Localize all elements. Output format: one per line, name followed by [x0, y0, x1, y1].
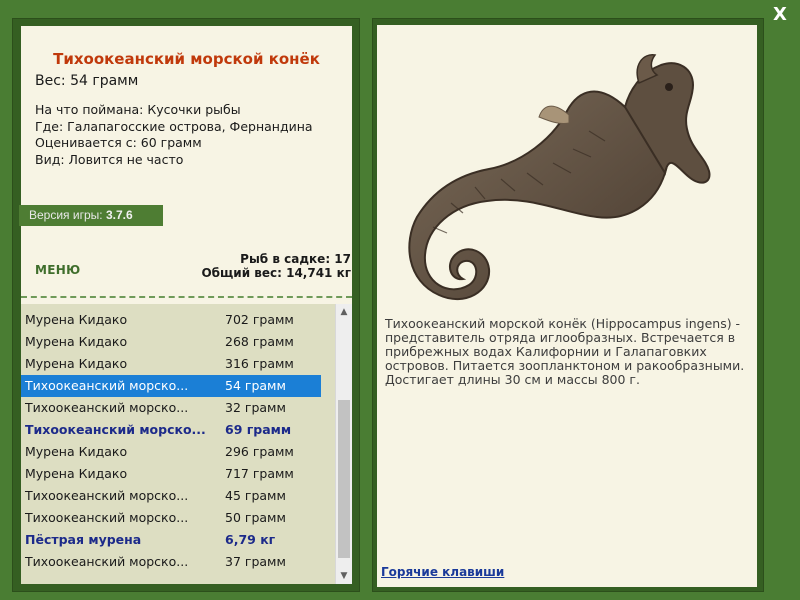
hotkeys-link[interactable]: Горячие клавиши: [381, 565, 504, 579]
list-item-weight: 316 грамм: [225, 356, 294, 371]
detail-location: Где: Галапагосские острова, Фернандина: [35, 118, 313, 134]
list-item-name: Тихоокеанский морско...: [25, 488, 189, 503]
list-item[interactable]: Пёстрая мурена 6,79 кг: [21, 529, 321, 551]
list-item-weight: 45 грамм: [225, 488, 286, 503]
list-item-name: Тихоокеанский морско...: [25, 378, 189, 393]
list-item[interactable]: Мурена Кидако 717 грамм: [21, 463, 321, 485]
list-item-name: Мурена Кидако: [25, 312, 128, 327]
total-weight: Общий вес: 14,741 кг: [201, 266, 351, 280]
list-item-weight: 702 грамм: [225, 312, 294, 327]
list-item-name: Пёстрая мурена: [25, 532, 142, 547]
list-item[interactable]: Мурена Кидако 702 грамм: [21, 309, 321, 331]
list-item-name: Тихоокеанский морско...: [25, 510, 189, 525]
list-item-weight: 54 грамм: [225, 378, 286, 393]
list-item-name: Мурена Кидако: [25, 466, 128, 481]
list-item[interactable]: Тихоокеанский морско... 69 грамм: [21, 419, 321, 441]
list-item-name: Мурена Кидако: [25, 356, 128, 371]
divider: [21, 296, 352, 298]
version-label: Версия игры:: [29, 208, 103, 222]
keepnet-stats: Рыб в садке: 17 Общий вес: 14,741 кг: [201, 252, 351, 280]
list-item[interactable]: Тихоокеанский морско... 45 грамм: [21, 485, 321, 507]
detail-bait: На что поймана: Кусочки рыбы: [35, 102, 241, 117]
list-item-weight: 32 грамм: [225, 400, 286, 415]
fish-description: Тихоокеанский морской конёк (Hippocampus…: [385, 316, 745, 387]
scrollbar[interactable]: ▲ ▼: [335, 304, 352, 584]
list-item-weight: 268 грамм: [225, 334, 294, 349]
catch-list-rows: Мурена Кидако 702 грамм Мурена Кидако 268 г…: [21, 304, 334, 584]
fish-title: Тихоокеанский морской конёк: [53, 50, 320, 68]
list-item[interactable]: Тихоокеанский морско... 37 грамм: [21, 551, 321, 573]
list-item[interactable]: Тихоокеанский морско... 50 грамм: [21, 507, 321, 529]
list-item-weight: 50 грамм: [225, 510, 286, 525]
list-item-name: Тихоокеанский морско...: [25, 554, 189, 569]
right-panel: Тихоокеанский морской конёк (Hippocampus…: [372, 18, 764, 592]
seahorse-illustration: [408, 54, 711, 301]
list-item-name: Тихоокеанский морско...: [25, 400, 189, 415]
list-item[interactable]: Тихоокеанский морско... 32 грамм: [21, 397, 321, 419]
fish-weight: Вес: 54 грамм: [35, 73, 139, 89]
left-panel: Тихоокеанский морской конёк Вес: 54 грам…: [12, 18, 360, 592]
list-item-weight: 717 грамм: [225, 466, 294, 481]
scroll-thumb[interactable]: [338, 400, 350, 558]
version-value: 3.7.6: [105, 208, 133, 222]
description-card: Тихоокеанский морской конёк (Hippocampus…: [377, 25, 757, 587]
list-item[interactable]: Мурена Кидако 268 грамм: [21, 331, 321, 353]
list-item-name: Мурена Кидако: [25, 444, 128, 459]
list-item-weight: 296 грамм: [225, 444, 294, 459]
list-item[interactable]: Тихоокеанский морско... 54 грамм: [21, 375, 321, 397]
list-item-weight: 69 грамм: [225, 422, 292, 437]
list-item-name: Мурена Кидако: [25, 334, 128, 349]
close-button[interactable]: X: [770, 4, 790, 26]
list-item-name: Тихоокеанский морско...: [25, 422, 206, 437]
scroll-up-icon[interactable]: ▲: [336, 304, 352, 320]
menu-button[interactable]: МЕНЮ: [35, 263, 80, 277]
list-item[interactable]: Мурена Кидако 296 грамм: [21, 441, 321, 463]
version-bar: Версия игры: 3.7.6: [19, 205, 163, 226]
list-item-weight: 6,79 кг: [225, 532, 276, 547]
detail-min-weight: Оценивается с: 60 грамм: [35, 135, 202, 150]
scroll-down-icon[interactable]: ▼: [336, 568, 352, 584]
fish-details: На что поймана: Кусочки рыбы Где: Галапа…: [35, 102, 313, 168]
list-item-weight: 37 грамм: [225, 554, 286, 569]
detail-rarity: Вид: Ловится не часто: [35, 151, 184, 167]
list-item[interactable]: Мурена Кидако 316 грамм: [21, 353, 321, 375]
catch-list[interactable]: Мурена Кидако 702 грамм Мурена Кидако 268 г…: [21, 304, 352, 584]
fish-count: Рыб в садке: 17: [240, 252, 351, 266]
